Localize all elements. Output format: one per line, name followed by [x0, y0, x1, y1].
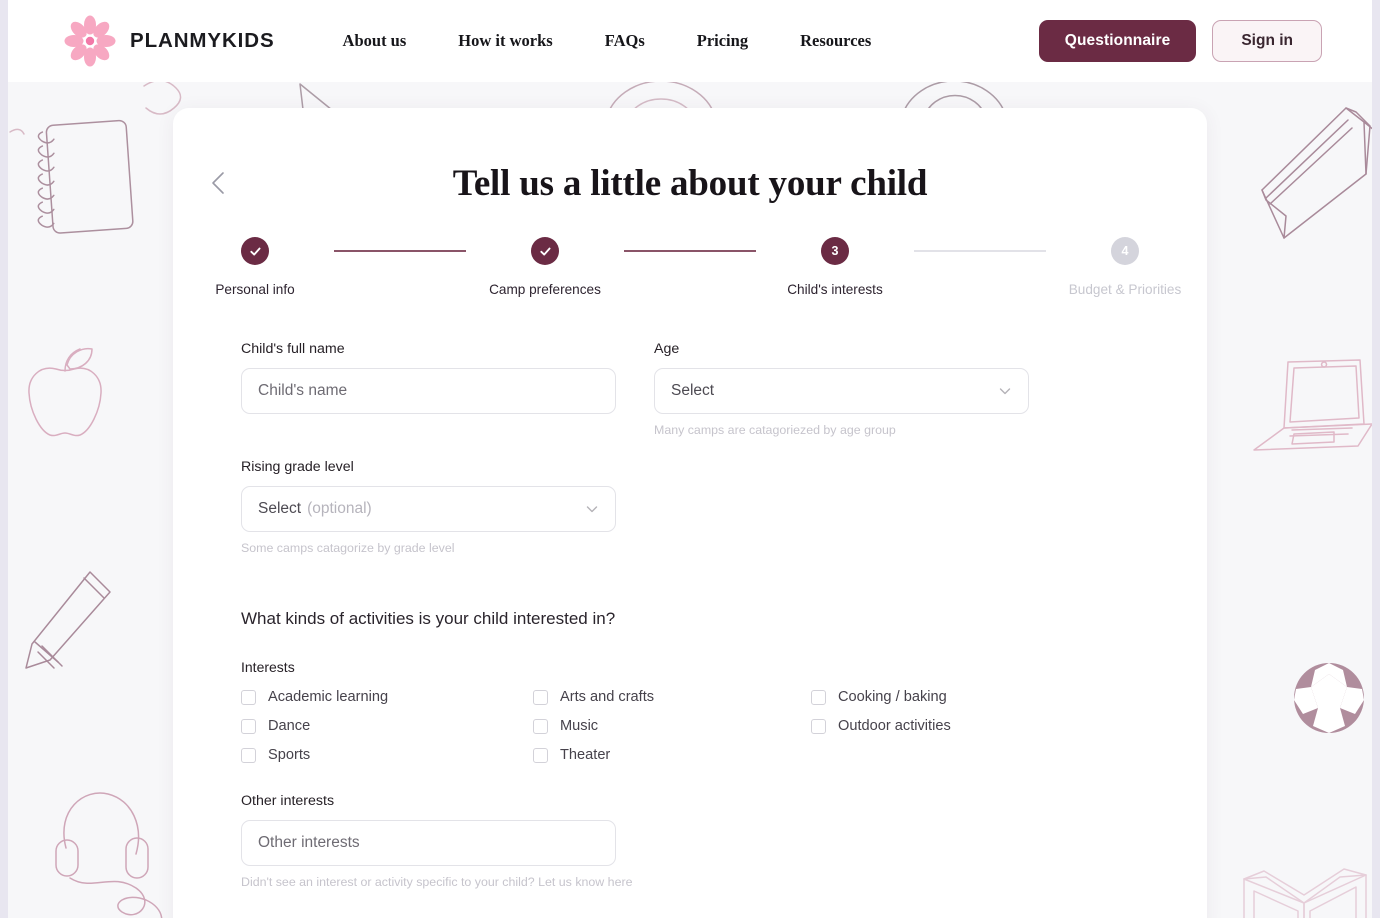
checkbox-box[interactable] — [241, 747, 256, 763]
other-interests-placeholder: Other interests — [258, 834, 360, 851]
checkbox-box[interactable] — [533, 718, 548, 734]
age-select-value: Select — [671, 382, 715, 399]
questionnaire-card: Tell us a little about your child Person… — [173, 108, 1207, 918]
age-field-group: Age Select Many camps are catagoriezed b… — [654, 341, 1029, 437]
child-name-placeholder: Child's name — [258, 382, 348, 399]
grid-spacer — [811, 747, 1139, 763]
step-bubble-2 — [531, 237, 559, 265]
interests-checkbox-grid: Academic learning Arts and crafts Cookin… — [241, 689, 1139, 763]
page-root: PLANMYKIDS About us How it works FAQs Pr… — [8, 0, 1372, 918]
step-label-1: Personal info — [215, 282, 295, 297]
grade-field-group: Rising grade level Select (optional) Som… — [241, 459, 616, 555]
activities-question: What kinds of activities is your child i… — [241, 609, 616, 628]
step-budget-priorities[interactable]: 4 Budget & Priorities — [1046, 237, 1204, 297]
other-interests-help-text: Didn't see an interest or activity speci… — [241, 875, 633, 889]
checkbox-box[interactable] — [811, 718, 826, 734]
other-interests-label: Other interests — [241, 793, 335, 809]
age-help-text: Many camps are catagoriezed by age group — [654, 423, 896, 437]
grade-optional-tag: (optional) — [307, 500, 372, 517]
checkbox-label: Music — [560, 718, 599, 734]
interests-heading: Interests — [241, 659, 295, 675]
checkbox-label: Cooking / baking — [838, 689, 947, 705]
questionnaire-button[interactable]: Questionnaire — [1038, 20, 1197, 62]
checkbox-cooking-baking[interactable]: Cooking / baking — [811, 689, 1139, 705]
child-name-field-group: Child's full name Child's name — [241, 341, 616, 437]
checkbox-label: Outdoor activities — [838, 718, 951, 734]
checkbox-outdoor-activities[interactable]: Outdoor activities — [811, 718, 1139, 734]
back-button[interactable] — [201, 166, 235, 200]
step-connector-1 — [334, 250, 466, 252]
child-name-label: Child's full name — [241, 341, 345, 357]
step-label-3: Child's interests — [787, 282, 883, 297]
page-title: Tell us a little about your child — [452, 163, 928, 204]
step-connector-2 — [624, 250, 756, 252]
checkbox-theater[interactable]: Theater — [533, 747, 811, 763]
checkbox-box[interactable] — [533, 689, 548, 705]
step-bubble-4: 4 — [1111, 237, 1139, 265]
grade-row: Rising grade level Select (optional) Som… — [241, 459, 1139, 555]
checkbox-box[interactable] — [241, 718, 256, 734]
step-label-2: Camp preferences — [489, 282, 601, 297]
flower-icon — [64, 15, 116, 67]
checkbox-box[interactable] — [811, 689, 826, 705]
other-interests-group: Other interests Other interests Didn't s… — [241, 793, 1139, 889]
nav-link-pricing[interactable]: Pricing — [679, 23, 766, 59]
age-label: Age — [654, 341, 680, 357]
checkbox-label: Arts and crafts — [560, 689, 655, 705]
step-label-4: Budget & Priorities — [1068, 282, 1182, 297]
checkbox-label: Academic learning — [268, 689, 389, 705]
checkbox-academic-learning[interactable]: Academic learning — [241, 689, 533, 705]
name-age-row: Child's full name Child's name Age Selec… — [241, 341, 1139, 437]
other-interests-input[interactable]: Other interests — [241, 820, 616, 866]
check-icon — [539, 247, 551, 255]
checkbox-box[interactable] — [533, 747, 548, 763]
grade-select[interactable]: Select (optional) — [241, 486, 616, 532]
checkbox-arts-and-crafts[interactable]: Arts and crafts — [533, 689, 811, 705]
chevron-left-icon — [212, 172, 224, 194]
grade-select-value: Select — [258, 500, 302, 517]
brand-name: PLANMYKIDS — [130, 29, 275, 52]
step-childs-interests[interactable]: 3 Child's interests — [756, 237, 914, 297]
step-bubble-3: 3 — [821, 237, 849, 265]
nav-link-about-us[interactable]: About us — [325, 23, 425, 59]
grade-help-text: Some camps catagorize by grade level — [241, 541, 455, 555]
chevron-down-icon — [586, 506, 598, 513]
sign-in-button[interactable]: Sign in — [1212, 20, 1322, 62]
grade-label: Rising grade level — [241, 459, 354, 475]
nav-link-how-it-works[interactable]: How it works — [440, 23, 570, 59]
checkbox-label: Dance — [268, 718, 311, 734]
age-select[interactable]: Select — [654, 368, 1029, 414]
step-connector-3 — [914, 250, 1046, 252]
header-actions: Questionnaire Sign in — [1038, 0, 1322, 82]
step-bubble-1 — [241, 237, 269, 265]
checkbox-sports[interactable]: Sports — [241, 747, 533, 763]
nav-link-resources[interactable]: Resources — [782, 23, 889, 59]
child-info-form: Child's full name Child's name Age Selec… — [173, 341, 1207, 889]
child-name-input[interactable]: Child's name — [241, 368, 616, 414]
checkbox-label: Theater — [560, 747, 611, 763]
main-nav: About us How it works FAQs Pricing Resou… — [317, 23, 898, 59]
checkbox-label: Sports — [268, 747, 311, 763]
check-icon — [249, 247, 261, 255]
nav-link-faqs[interactable]: FAQs — [587, 23, 663, 59]
site-header: PLANMYKIDS About us How it works FAQs Pr… — [8, 0, 1372, 82]
progress-stepper: Personal info Camp preferences 3 Child's… — [173, 237, 1207, 297]
checkbox-music[interactable]: Music — [533, 718, 811, 734]
checkbox-dance[interactable]: Dance — [241, 718, 533, 734]
step-personal-info[interactable]: Personal info — [176, 237, 334, 297]
step-camp-preferences[interactable]: Camp preferences — [466, 237, 624, 297]
brand-logo[interactable]: PLANMYKIDS — [64, 15, 275, 67]
checkbox-box[interactable] — [241, 689, 256, 705]
chevron-down-icon — [999, 388, 1011, 395]
